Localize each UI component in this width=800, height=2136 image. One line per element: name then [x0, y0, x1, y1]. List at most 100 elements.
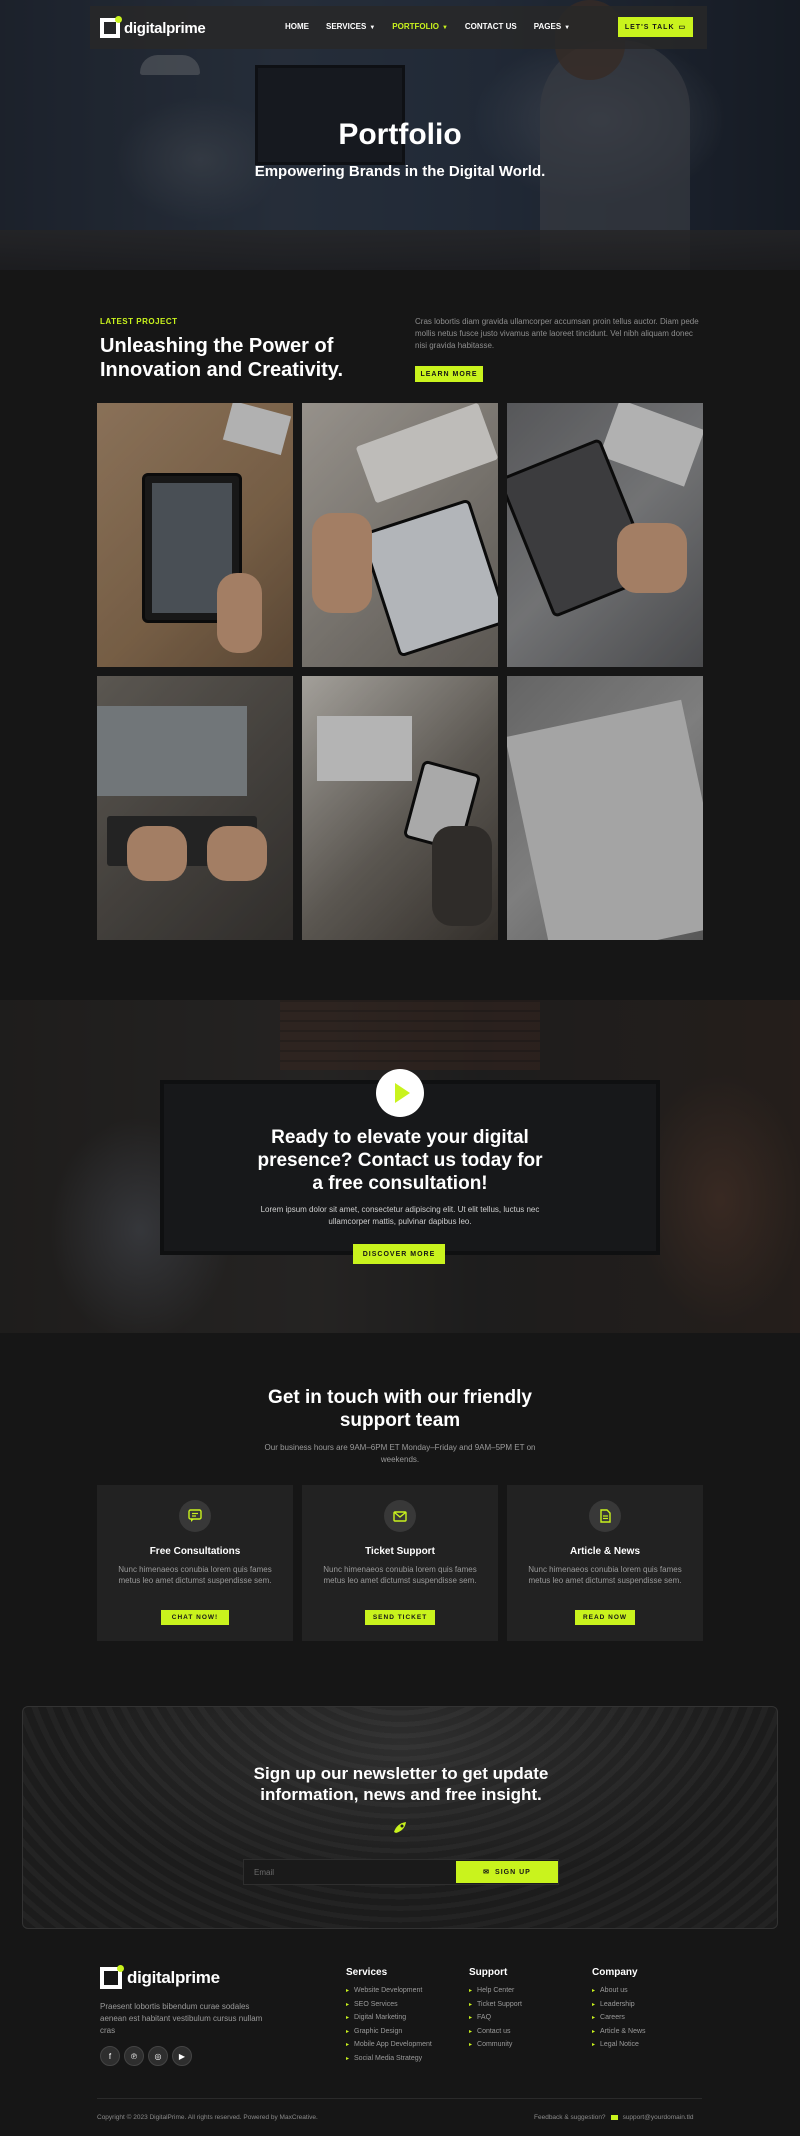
footer-link[interactable]: FAQ — [469, 2014, 522, 2028]
learn-more-button[interactable]: LEARN MORE — [415, 366, 483, 382]
newsletter-title: Sign up our newsletter to get update inf… — [253, 1764, 549, 1804]
card-text: Nunc himenaeos conubia lorem quis fames … — [528, 1565, 682, 1585]
cta-description: Lorem ipsum dolor sit amet, consectetur … — [260, 1205, 540, 1226]
nav-menu: HOME SERVICES ▼ PORTFOLIO ▼ CONTACT US PAG… — [285, 22, 570, 31]
footer-link[interactable]: Mobile App Development — [346, 2041, 432, 2055]
rocket-icon — [392, 1820, 408, 1839]
email-input[interactable] — [244, 1860, 454, 1884]
logo-text: digitalprime — [124, 19, 206, 37]
chat-now-button[interactable]: CHAT NOW! — [161, 1610, 229, 1625]
play-icon — [394, 1083, 410, 1103]
gallery-image-wireframe-sketch[interactable] — [507, 676, 703, 940]
logo-mark-icon — [100, 1965, 124, 1989]
envelope-icon: ✉ — [483, 1869, 491, 1876]
document-icon — [589, 1500, 621, 1532]
tablet-shape — [507, 437, 657, 619]
footer-divider — [97, 2098, 702, 2099]
keyboard-shape — [355, 403, 498, 504]
nav-item-label: CONTACT US — [464, 22, 517, 31]
nav-item-contact-us[interactable]: CONTACT US — [465, 22, 517, 31]
footer-link[interactable]: Digital Marketing — [346, 2014, 432, 2028]
footer-link[interactable]: Ticket Support — [469, 2001, 522, 2015]
footer-link[interactable]: SEO Services — [346, 2001, 432, 2015]
nav-item-pages[interactable]: PAGES ▼ — [534, 22, 570, 31]
card-title: Ticket Support — [365, 1546, 435, 1557]
footer-link-list: About us Leadership Careers Article & Ne… — [592, 1987, 646, 2055]
newsletter-background-pattern — [23, 1707, 777, 1928]
envelope-icon — [610, 2115, 618, 2120]
footer-column-title: Services — [346, 1967, 388, 1978]
latest-project-description: Cras lobortis diam gravida ullamcorper a… — [415, 317, 699, 350]
latest-project-kicker: LATEST PROJECT — [100, 317, 178, 326]
card-text: Nunc himenaeos conubia lorem quis fames … — [323, 1565, 477, 1585]
footer-column-support: Support Help Center Ticket Support FAQ C… — [469, 1967, 522, 2055]
chevron-down-icon: ▼ — [564, 25, 571, 31]
support-card-consultations: Free Consultations Nunc himenaeos conubi… — [97, 1485, 293, 1641]
paper-shape — [599, 403, 703, 487]
tablet-shape — [359, 498, 498, 658]
logo-mark-icon — [100, 16, 122, 38]
footer-link[interactable]: Legal Notice — [592, 2041, 646, 2055]
support-card-ticket: Ticket Support Nunc himenaeos conubia lo… — [302, 1485, 498, 1641]
hand-shape — [312, 513, 372, 613]
footer-logo[interactable]: digitalprime — [100, 1965, 220, 1989]
instagram-icon[interactable]: ◎ — [148, 2046, 168, 2066]
sign-up-button[interactable]: ✉ SIGN UP — [456, 1861, 558, 1883]
gallery-image-tablet-music-app[interactable] — [507, 403, 703, 667]
nav-item-home[interactable]: HOME — [285, 22, 309, 31]
facebook-icon[interactable]: f — [100, 2046, 120, 2066]
footer-link[interactable]: Article & News — [592, 2028, 646, 2042]
footer-link[interactable]: About us — [592, 1987, 646, 2001]
copyright-text: Copyright © 2023 DigitalPrime. All right… — [97, 2114, 318, 2121]
monitor-shape — [317, 716, 412, 781]
gallery-image-laptop-typing[interactable] — [97, 676, 293, 940]
hand-shape — [127, 826, 187, 881]
lets-talk-button[interactable]: LET'S TALK ▭ — [618, 17, 693, 37]
gallery-image-tablet-wireframe[interactable] — [302, 403, 498, 667]
support-email-link[interactable]: support@yourdomain.tld — [623, 2114, 694, 2121]
footer-link[interactable]: Careers — [592, 2014, 646, 2028]
card-text: Nunc himenaeos conubia lorem quis fames … — [118, 1565, 272, 1585]
footer-link[interactable]: Community — [469, 2041, 522, 2055]
gallery-image-designer-with-tablet[interactable] — [302, 676, 498, 940]
hand-shape — [617, 523, 687, 593]
support-card-articles: Article & News Nunc himenaeos conubia lo… — [507, 1485, 703, 1641]
cta-title: Ready to elevate your digital presence? … — [257, 1127, 543, 1194]
footer-link[interactable]: Contact us — [469, 2028, 522, 2042]
gallery-image-tablet-on-desk[interactable] — [97, 403, 293, 667]
send-ticket-button[interactable]: SEND TICKET — [365, 1610, 435, 1625]
tablet-shape — [402, 759, 482, 853]
tablet-screen-shape — [152, 483, 232, 613]
youtube-icon[interactable]: ▶ — [172, 2046, 192, 2066]
footer-description: Praesent lobortis bibendum curae sodales… — [100, 2002, 263, 2035]
chevron-down-icon: ▼ — [369, 25, 376, 31]
play-video-button[interactable] — [376, 1069, 424, 1117]
footer-link[interactable]: Leadership — [592, 2001, 646, 2015]
nav-item-portfolio[interactable]: PORTFOLIO ▼ — [392, 22, 448, 31]
chat-bubble-icon — [179, 1500, 211, 1532]
footer-link[interactable]: Graphic Design — [346, 2028, 432, 2042]
nav-item-label: PAGES — [533, 22, 562, 31]
footer-link[interactable]: Social Media Strategy — [346, 2055, 432, 2069]
paper-shape — [222, 403, 292, 456]
footer-column-title: Support — [469, 1967, 508, 1978]
footer-column-services: Services Website Development SEO Service… — [346, 1967, 432, 2068]
footer-support: Feedback & suggestion? support@yourdomai… — [534, 2114, 693, 2121]
latest-project-title: Unleashing the Power of Innovation and C… — [100, 335, 343, 381]
contact-title: Get in touch with our friendly support t… — [268, 1387, 532, 1431]
page-title: Portfolio — [338, 118, 462, 151]
footer-link[interactable]: Help Center — [469, 1987, 522, 2001]
pinterest-icon[interactable]: ℗ — [124, 2046, 144, 2066]
newsletter-section: Sign up our newsletter to get update inf… — [22, 1706, 778, 1929]
card-title: Free Consultations — [149, 1546, 241, 1557]
site-logo[interactable]: digitalprime — [100, 16, 206, 38]
footer-link[interactable]: Website Development — [346, 1987, 432, 2001]
hero-section: digitalprime HOME SERVICES ▼ PORTFOLIO ▼ C… — [0, 0, 800, 270]
chat-icon: ▭ — [678, 24, 687, 31]
read-now-button[interactable]: READ NOW — [575, 1610, 635, 1625]
footer-column-title: Company — [592, 1967, 638, 1978]
discover-more-button[interactable]: DISCOVER MORE — [353, 1244, 445, 1264]
hero-subtitle: Empowering Brands in the Digital World. — [254, 163, 546, 180]
nav-item-services[interactable]: SERVICES ▼ — [326, 22, 375, 31]
newsletter-form: ✉ SIGN UP — [243, 1859, 559, 1885]
